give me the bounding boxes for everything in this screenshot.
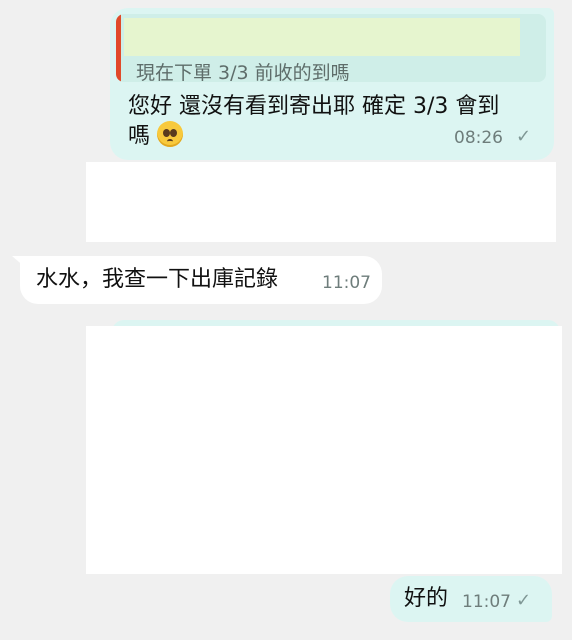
pleading-face-icon: [157, 121, 184, 147]
message-text-line-2: 嗎: [128, 121, 184, 152]
redacted-area: [86, 326, 562, 574]
reply-accent-bar: [116, 14, 121, 82]
message-time: 08:26: [454, 128, 503, 148]
incoming-message-time: 11:07: [322, 273, 371, 293]
outgoing-message-text: 好的: [404, 586, 449, 611]
single-check-icon: ✓: [516, 126, 532, 147]
reply-quote-text: 現在下單 3/3 前收的到嗎: [136, 62, 350, 82]
redacted-area: [86, 162, 556, 242]
outgoing-message-time: 11:07: [462, 592, 511, 612]
message-text-line-1: 您好 還沒有看到寄出耶 確定 3/3 會到: [128, 94, 500, 119]
message-text-line-2-text: 嗎: [128, 124, 151, 149]
incoming-message-text: 水水，我查一下出庫記錄: [36, 267, 279, 292]
reply-highlight-area: [124, 18, 520, 56]
single-check-icon: ✓: [516, 590, 532, 611]
incoming-bubble-tail: [12, 256, 26, 268]
reply-quote[interactable]: 現在下單 3/3 前收的到嗎: [116, 14, 546, 82]
